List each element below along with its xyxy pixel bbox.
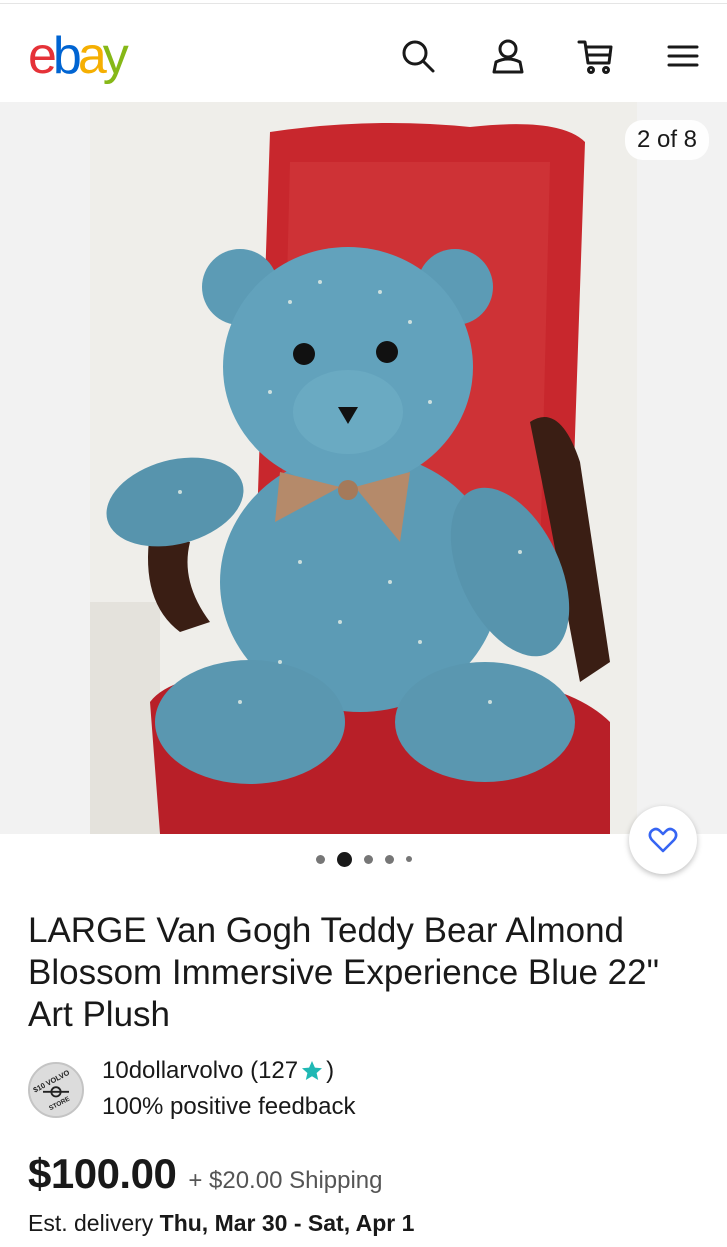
carousel-dot[interactable] <box>363 854 373 864</box>
item-title: LARGE Van Gogh Teddy Bear Almond Blossom… <box>28 911 660 1034</box>
search-icon <box>402 40 435 73</box>
carousel-dot[interactable] <box>405 856 412 862</box>
header: ebay <box>0 8 727 98</box>
logo-letter-e: e <box>28 27 57 85</box>
image-counter: 2 of 8 <box>624 120 709 160</box>
delivery-range: Thu, Mar 30 - Sat, Apr 1 <box>159 1210 415 1236</box>
user-icon <box>492 39 524 74</box>
heart-icon <box>648 827 678 853</box>
menu-icon <box>667 45 699 67</box>
seller-name: 10dollarvolvo <box>102 1057 244 1084</box>
carousel-dots <box>0 850 727 868</box>
estimated-delivery: Est. delivery Thu, Mar 30 - Sat, Apr 1 <box>28 1208 718 1238</box>
watch-button[interactable] <box>629 806 697 874</box>
account-button[interactable] <box>486 34 530 78</box>
carousel-dot[interactable] <box>384 854 394 864</box>
item-price: $100.00 <box>28 1150 177 1197</box>
cart-icon <box>577 40 613 74</box>
star-icon <box>302 1061 323 1080</box>
seller-name-link[interactable]: 10dollarvolvo (127 ) <box>102 1056 334 1086</box>
carousel-dot-active[interactable] <box>336 851 352 867</box>
price-row: $100.00 + $20.00 Shipping <box>28 1150 708 1202</box>
top-border <box>0 0 727 4</box>
seller-avatar[interactable]: $10 VOLVO STORE <box>28 1062 84 1118</box>
search-button[interactable] <box>396 34 440 78</box>
image-gallery[interactable]: 2 of 8 <box>0 102 727 834</box>
logo-letter-b: b <box>52 27 82 85</box>
seller-score: (127 <box>250 1057 299 1084</box>
seller-score-close: ) <box>326 1057 335 1084</box>
seller-logo: $10 VOLVO STORE <box>30 1064 82 1116</box>
carousel-dot[interactable] <box>315 854 325 864</box>
logo-letter-y: y <box>102 27 129 85</box>
menu-button[interactable] <box>661 34 705 78</box>
product-photo[interactable] <box>90 102 637 834</box>
shipping-cost: + $20.00 Shipping <box>188 1167 383 1194</box>
seller-info: $10 VOLVO STORE 10dollarvolvo (127 ) 100… <box>28 1052 708 1132</box>
ebay-logo[interactable]: ebay <box>28 27 129 85</box>
delivery-label: Est. delivery <box>28 1210 154 1236</box>
seller-feedback: 100% positive feedback <box>102 1093 356 1120</box>
cart-button[interactable] <box>574 34 618 78</box>
teddy-bear-image <box>90 102 637 834</box>
logo-letter-a: a <box>77 27 107 85</box>
